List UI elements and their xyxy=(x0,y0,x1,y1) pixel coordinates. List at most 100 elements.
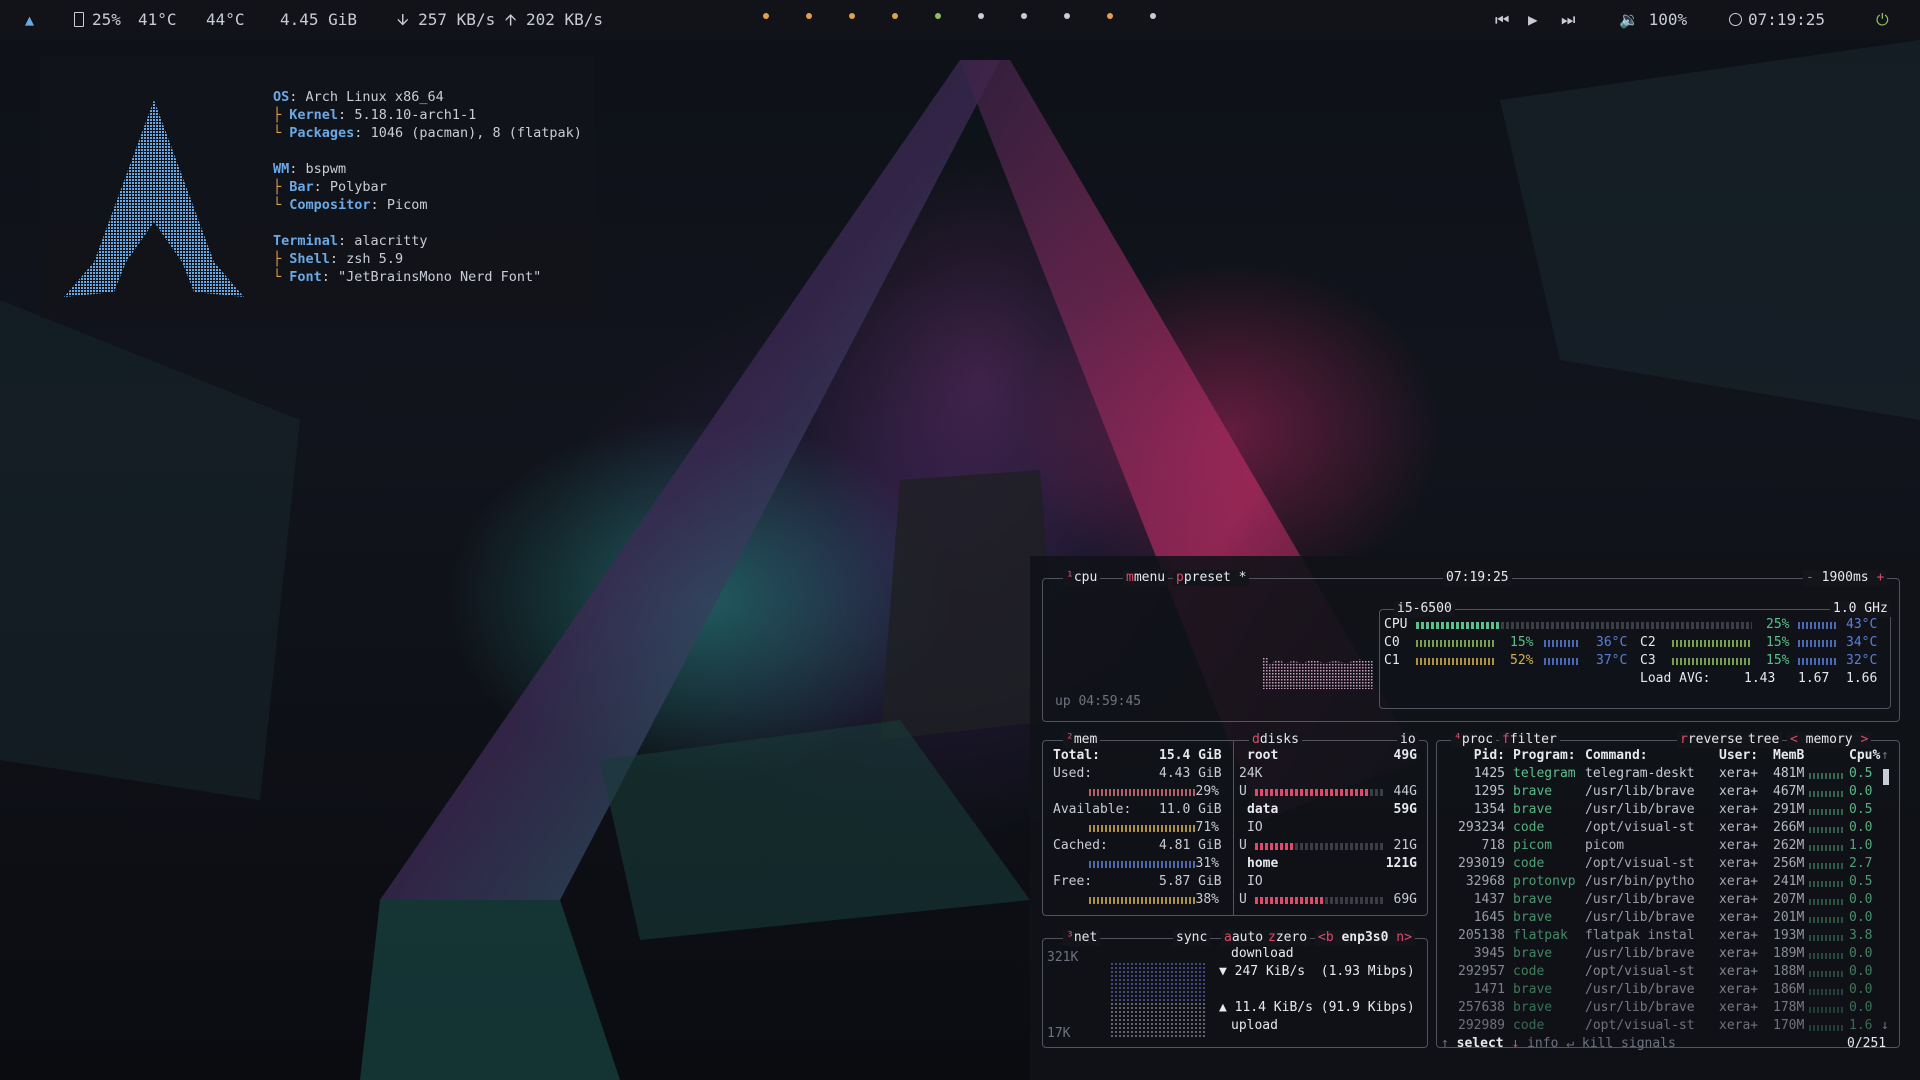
mem-used-label: Used: xyxy=(1053,766,1093,781)
io-toggle[interactable]: io xyxy=(1397,732,1419,748)
process-program: brave xyxy=(1513,784,1553,799)
process-row[interactable]: 1295 brave/usr/lib/brave xera+ 467M 0.0 xyxy=(1437,783,1877,801)
preset-button[interactable]: ppreset * xyxy=(1173,570,1250,586)
reverse-toggle[interactable]: rreverse xyxy=(1677,732,1746,748)
disk-home-size: 121G xyxy=(1385,856,1417,871)
cpu-tab[interactable]: ¹cpu xyxy=(1063,570,1101,586)
workspace-dot[interactable] xyxy=(1107,13,1113,19)
process-row[interactable]: 3945 brave/usr/lib/brave xera+ 189M 0.0 xyxy=(1437,945,1877,963)
mem-available-label: Available: xyxy=(1053,802,1132,817)
shell-value: zsh 5.9 xyxy=(346,251,404,267)
memory-value: 4.45 GiB xyxy=(280,10,358,29)
compositor-label: Compositor xyxy=(289,197,371,213)
process-pid: 1471 xyxy=(1473,982,1505,997)
mem-header[interactable]: MemB xyxy=(1773,747,1804,765)
process-pid: 293234 xyxy=(1458,820,1505,835)
workspace-dot[interactable] xyxy=(1064,13,1070,19)
font-label: Font xyxy=(289,269,322,285)
sync-toggle[interactable]: sync xyxy=(1173,930,1211,946)
process-command: /usr/lib/brave xyxy=(1585,946,1695,961)
upload-triangle-icon: ▲ xyxy=(1219,1000,1235,1015)
scroll-up-icon[interactable]: ↑ xyxy=(1881,747,1889,765)
process-cpu-graph xyxy=(1809,845,1845,851)
scroll-down-icon[interactable]: ↓ xyxy=(1881,1017,1889,1035)
info-button[interactable]: info xyxy=(1527,1036,1558,1051)
process-row[interactable]: 1425 telegram telegram-deskt xera+ 481M 0.5 xyxy=(1437,765,1877,783)
workspace-dot[interactable] xyxy=(935,13,941,19)
play-button[interactable]: ▶ xyxy=(1528,10,1538,30)
upload-label: upload xyxy=(1231,1018,1278,1033)
workspace-dot[interactable] xyxy=(763,13,769,19)
disk-root-bar-fill xyxy=(1255,789,1371,796)
kernel-value: 5.18.10-arch1-1 xyxy=(354,107,477,123)
process-user: xera+ xyxy=(1719,1018,1759,1033)
select-button[interactable]: select xyxy=(1457,1036,1504,1051)
process-row[interactable]: 1645 brave/usr/lib/brave xera+ 201M 0.0 xyxy=(1437,909,1877,927)
net-tab[interactable]: ³net xyxy=(1063,930,1101,946)
process-row[interactable]: 1437 brave/usr/lib/brave xera+ 207M 0.0 xyxy=(1437,891,1877,909)
mem-tab[interactable]: ²mem xyxy=(1063,732,1101,748)
menu-button[interactable]: mmenu xyxy=(1123,570,1169,586)
scrollbar-thumb[interactable] xyxy=(1883,769,1889,785)
tree-toggle[interactable]: tree xyxy=(1745,732,1783,748)
upload-arrow-icon: 🡩 xyxy=(504,10,517,29)
process-row[interactable]: 293234 code/opt/visual-st xera+ 266M 0.0 xyxy=(1437,819,1877,837)
command-header[interactable]: Command: xyxy=(1585,747,1648,765)
zero-toggle[interactable]: zzero xyxy=(1265,930,1311,946)
process-cpu: 1.0 xyxy=(1849,838,1873,853)
user-header[interactable]: User: xyxy=(1719,747,1758,765)
up-speed-value: 202 KB/s xyxy=(525,10,604,29)
clock-icon xyxy=(1729,13,1742,26)
process-row[interactable]: 292989 code/opt/visual-st xera+ 170M 1.6 xyxy=(1437,1017,1877,1035)
sort-selector[interactable]: < memory > xyxy=(1787,732,1872,748)
interval-control[interactable]: - 1900ms + xyxy=(1803,570,1888,586)
process-row[interactable]: 1471 brave/usr/lib/brave xera+ 186M 0.0 xyxy=(1437,981,1877,999)
process-user: xera+ xyxy=(1719,964,1759,979)
workspace-dot[interactable] xyxy=(806,13,812,19)
workspace-dot[interactable] xyxy=(1021,13,1027,19)
kill-button[interactable]: kill xyxy=(1582,1036,1613,1051)
signals-button[interactable]: signals xyxy=(1621,1036,1676,1051)
arch-logo-icon[interactable]: ▲ xyxy=(25,10,34,30)
process-cpu: 0.0 xyxy=(1849,1000,1873,1015)
process-row[interactable]: 205138 flatpak flatpak instal xera+ 193M 3.8 xyxy=(1437,927,1877,945)
disk-root-bar xyxy=(1255,789,1383,796)
core-c2-graph xyxy=(1672,640,1750,647)
workspace-dot[interactable] xyxy=(849,13,855,19)
process-mem: 188M xyxy=(1773,964,1805,979)
process-cpu-graph xyxy=(1809,917,1845,923)
process-row[interactable]: 292957 code/opt/visual-st xera+ 188M 0.0 xyxy=(1437,963,1877,981)
process-command: /usr/bin/pytho xyxy=(1585,874,1695,889)
network-module: 🡫 257 KB/s 🡩 202 KB/s xyxy=(397,10,603,30)
clock-value: 07:19:25 xyxy=(1748,10,1826,29)
core-c1-graph xyxy=(1416,658,1494,665)
disks-tab[interactable]: ddisks xyxy=(1249,732,1302,748)
workspace-dot[interactable] xyxy=(892,13,898,19)
workspace-dot[interactable] xyxy=(978,13,984,19)
process-program: telegram xyxy=(1513,766,1576,781)
process-row[interactable]: 257638 brave/usr/lib/brave xera+ 178M 0.0 xyxy=(1437,999,1877,1017)
cpu-header[interactable]: Cpu% xyxy=(1849,747,1880,765)
interface-selector[interactable]: <b enp3s0 n> xyxy=(1315,930,1415,946)
prev-track-button[interactable]: ⏮ xyxy=(1495,10,1509,30)
process-row[interactable]: 32968 protonvp/usr/bin/pytho xera+ 241M 0.5 xyxy=(1437,873,1877,891)
core-c0-label: C0 xyxy=(1384,635,1400,650)
filter-button[interactable]: ffilter xyxy=(1499,732,1560,748)
program-header[interactable]: Program: xyxy=(1513,747,1576,765)
proc-tab[interactable]: ⁴proc xyxy=(1451,732,1497,748)
bar-label: Bar xyxy=(289,179,314,195)
auto-toggle[interactable]: aauto xyxy=(1221,930,1267,946)
pid-header[interactable]: Pid: xyxy=(1441,747,1505,765)
process-program: brave xyxy=(1513,1000,1553,1015)
process-row[interactable]: 293019 code/opt/visual-st xera+ 256M 2.7 xyxy=(1437,855,1877,873)
process-row[interactable]: 718 picom picom xera+ 262M 1.0 xyxy=(1437,837,1877,855)
process-cpu-graph xyxy=(1809,1007,1845,1013)
disk-data-size: 59G xyxy=(1393,802,1417,817)
mem-free-pct: 38% xyxy=(1195,892,1219,907)
workspace-dot[interactable] xyxy=(1150,13,1156,19)
process-row[interactable]: 1354 brave/usr/lib/brave xera+ 291M 0.5 xyxy=(1437,801,1877,819)
next-track-button[interactable]: ⏭ xyxy=(1561,10,1575,30)
power-icon[interactable]: ⏻ xyxy=(1876,10,1889,30)
process-command: /opt/visual-st xyxy=(1585,1018,1695,1033)
volume-module[interactable]: 🔉 100% xyxy=(1619,10,1687,30)
